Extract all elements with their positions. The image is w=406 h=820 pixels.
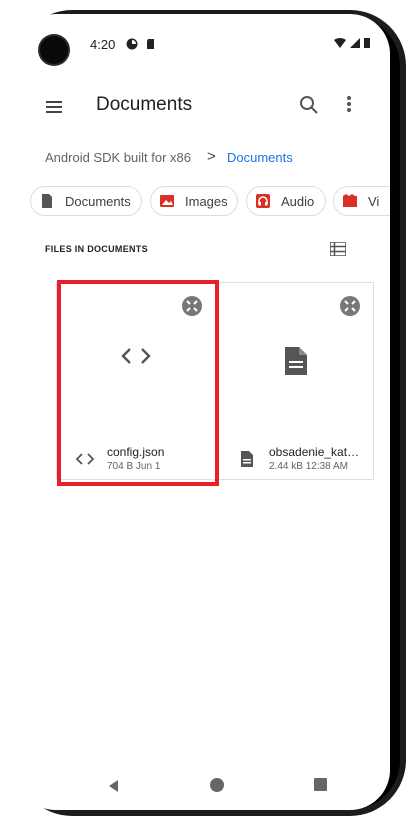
screen: 4:20 Documents Android SDK built for x86 [16,14,390,810]
signal-battery-icons [334,38,370,48]
menu-icon[interactable] [46,98,68,116]
chip-images[interactable]: Images [150,186,238,216]
chip-videos[interactable]: Vi [333,186,390,216]
video-icon [343,194,357,207]
filter-chips: Documents Images Audio Vi [30,186,390,218]
file-name: obsadenie_kat… [269,445,360,459]
breadcrumb-current[interactable]: Documents [227,150,293,165]
document-icon [42,194,52,208]
select-icon[interactable] [181,295,203,317]
file-meta: 704 B Jun 1 [107,461,161,472]
more-options-icon[interactable] [344,94,354,116]
breadcrumb-root[interactable]: Android SDK built for x86 [45,150,191,165]
toolbar: Documents [16,82,390,130]
code-icon [121,348,151,364]
file-meta: 2.44 kB 12:38 AM [269,461,348,472]
chip-audio[interactable]: Audio [246,186,326,216]
page-title: Documents [96,94,193,115]
back-icon[interactable] [106,778,122,794]
status-time: 4:20 [90,37,116,52]
section-title: FILES IN DOCUMENTS [45,244,148,254]
audio-icon [256,194,270,208]
code-icon [75,453,95,465]
home-icon[interactable] [210,778,224,792]
chip-label: Images [185,193,228,209]
chip-label: Documents [65,193,131,209]
recents-icon[interactable] [314,778,327,791]
sync-icon [126,38,138,50]
front-camera [40,36,68,64]
chip-label: Audio [281,193,315,209]
file-card-obsadenie[interactable]: obsadenie_kat… 2.44 kB 12:38 AM [218,282,374,480]
status-bar: 4:20 [16,14,390,70]
document-icon [285,347,307,375]
navigation-bar [16,770,390,810]
chip-label: Vi [368,193,380,209]
select-icon[interactable] [339,295,361,317]
document-icon [241,451,253,467]
chip-documents[interactable]: Documents [30,186,142,216]
file-card-config[interactable]: config.json 704 B Jun 1 [56,282,216,480]
breadcrumb-separator: > [207,148,216,165]
list-view-icon[interactable] [330,242,346,256]
search-icon[interactable] [298,94,320,116]
sd-card-icon [147,39,154,49]
file-name: config.json [107,445,165,459]
image-icon [160,195,174,207]
